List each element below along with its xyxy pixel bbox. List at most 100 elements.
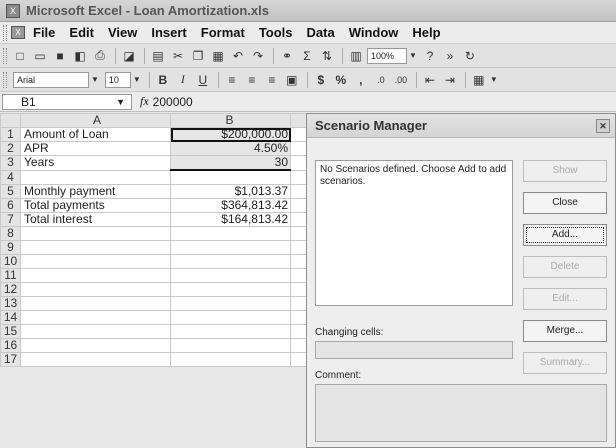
add-button[interactable]: Add...: [523, 224, 607, 246]
hyperlink-icon[interactable]: ⚭: [278, 48, 296, 64]
close-icon[interactable]: ✕: [596, 119, 610, 133]
percent-button[interactable]: %: [332, 72, 350, 88]
row-header[interactable]: 11: [0, 267, 21, 283]
row-header[interactable]: 15: [0, 323, 21, 339]
row-header[interactable]: 3: [0, 155, 21, 171]
align-right-icon[interactable]: ≡: [263, 72, 281, 88]
changing-cells-field[interactable]: [315, 341, 513, 359]
font-select[interactable]: Arial: [13, 71, 89, 88]
cell[interactable]: [20, 337, 171, 353]
chevron-down-icon[interactable]: ▼: [133, 75, 141, 84]
cell-b4[interactable]: [170, 169, 291, 185]
menu-format[interactable]: Format: [201, 25, 245, 40]
merge-button[interactable]: Merge...: [523, 320, 607, 342]
cell[interactable]: [170, 309, 291, 325]
cell[interactable]: [20, 281, 171, 297]
cell[interactable]: [20, 239, 171, 255]
chevron-down-icon[interactable]: ▼: [409, 51, 417, 60]
cell[interactable]: [170, 253, 291, 269]
menu-help[interactable]: Help: [412, 25, 440, 40]
excel-icon[interactable]: X: [6, 3, 20, 18]
row-header[interactable]: 16: [0, 337, 21, 353]
align-left-icon[interactable]: ≡: [223, 72, 241, 88]
paste-icon[interactable]: ▦: [209, 48, 227, 64]
close-button[interactable]: Close: [523, 192, 607, 214]
cell[interactable]: [20, 323, 171, 339]
cell-b3[interactable]: 30: [170, 155, 291, 171]
show-button[interactable]: Show: [523, 160, 607, 182]
row-header[interactable]: 14: [0, 309, 21, 325]
column-header-a[interactable]: A: [20, 113, 171, 128]
chevron-down-icon[interactable]: ▼: [91, 75, 99, 84]
row-header[interactable]: 7: [0, 211, 21, 227]
cell-a4[interactable]: [20, 169, 171, 185]
decrease-decimal-icon[interactable]: .00: [392, 72, 410, 88]
row-header[interactable]: 4: [0, 169, 21, 185]
chevron-down-icon[interactable]: ▼: [490, 75, 498, 84]
extra-icon[interactable]: ↻: [461, 48, 479, 64]
italic-button[interactable]: I: [174, 72, 192, 88]
cell[interactable]: [20, 309, 171, 325]
cell-b2[interactable]: 4.50%: [170, 141, 291, 156]
menu-data[interactable]: Data: [307, 25, 335, 40]
redo-icon[interactable]: ↷: [249, 48, 267, 64]
decrease-indent-icon[interactable]: ⇤: [421, 72, 439, 88]
increase-indent-icon[interactable]: ⇥: [441, 72, 459, 88]
bold-button[interactable]: B: [154, 72, 172, 88]
undo-icon[interactable]: ↶: [229, 48, 247, 64]
print-icon[interactable]: ⎙: [91, 48, 109, 64]
cell-b5[interactable]: $1,013.37: [170, 183, 291, 199]
save-icon[interactable]: ■: [51, 48, 69, 64]
cell[interactable]: [20, 267, 171, 283]
scenarios-list[interactable]: No Scenarios defined. Choose Add to add …: [315, 160, 513, 306]
sort-ascending-icon[interactable]: ⇅: [318, 48, 336, 64]
row-header[interactable]: 12: [0, 281, 21, 297]
select-all-corner[interactable]: [0, 113, 21, 128]
row-header[interactable]: 5: [0, 183, 21, 199]
cell-a1[interactable]: Amount of Loan: [20, 127, 171, 142]
cell-b6[interactable]: $364,813.42: [170, 197, 291, 213]
formula-input[interactable]: 200000: [153, 95, 193, 109]
column-header-b[interactable]: B: [170, 113, 291, 128]
cell[interactable]: [20, 295, 171, 311]
menu-view[interactable]: View: [108, 25, 137, 40]
align-center-icon[interactable]: ≡: [243, 72, 261, 88]
row-header[interactable]: 6: [0, 197, 21, 213]
comma-button[interactable]: ,: [352, 72, 370, 88]
delete-button[interactable]: Delete: [523, 256, 607, 278]
new-icon[interactable]: □: [11, 48, 29, 64]
copy-icon[interactable]: ❐: [189, 48, 207, 64]
borders-icon[interactable]: ▦: [470, 72, 488, 88]
fx-icon[interactable]: fx: [140, 94, 149, 109]
cell-a3[interactable]: Years: [20, 155, 171, 171]
chevron-down-icon[interactable]: ▼: [116, 95, 125, 109]
cell[interactable]: [20, 351, 171, 367]
menu-tools[interactable]: Tools: [259, 25, 293, 40]
menu-insert[interactable]: Insert: [151, 25, 186, 40]
menu-edit[interactable]: Edit: [69, 25, 94, 40]
toolbar-options-icon[interactable]: »: [441, 48, 459, 64]
comment-field[interactable]: [315, 384, 607, 442]
row-header[interactable]: 2: [0, 141, 21, 156]
menu-file[interactable]: File: [33, 25, 55, 40]
cell-a5[interactable]: Monthly payment: [20, 183, 171, 199]
cell[interactable]: [170, 267, 291, 283]
summary-button[interactable]: Summary...: [523, 352, 607, 374]
print-preview-icon[interactable]: ◪: [120, 48, 138, 64]
chart-icon[interactable]: ▥: [347, 48, 365, 64]
row-header[interactable]: 17: [0, 351, 21, 367]
permission-icon[interactable]: ◧: [71, 48, 89, 64]
research-icon[interactable]: ▤: [149, 48, 167, 64]
underline-button[interactable]: U: [194, 72, 212, 88]
workbook-icon[interactable]: X: [11, 26, 25, 39]
currency-button[interactable]: $: [312, 72, 330, 88]
edit-button[interactable]: Edit...: [523, 288, 607, 310]
cell-a2[interactable]: APR: [20, 141, 171, 156]
open-icon[interactable]: ▭: [31, 48, 49, 64]
menu-window[interactable]: Window: [349, 25, 399, 40]
cell-b1[interactable]: $200,000.00: [170, 127, 291, 142]
cell[interactable]: [170, 225, 291, 241]
zoom-box[interactable]: 100%: [367, 47, 407, 64]
cell-a7[interactable]: Total interest: [20, 211, 171, 227]
cell-a6[interactable]: Total payments: [20, 197, 171, 213]
